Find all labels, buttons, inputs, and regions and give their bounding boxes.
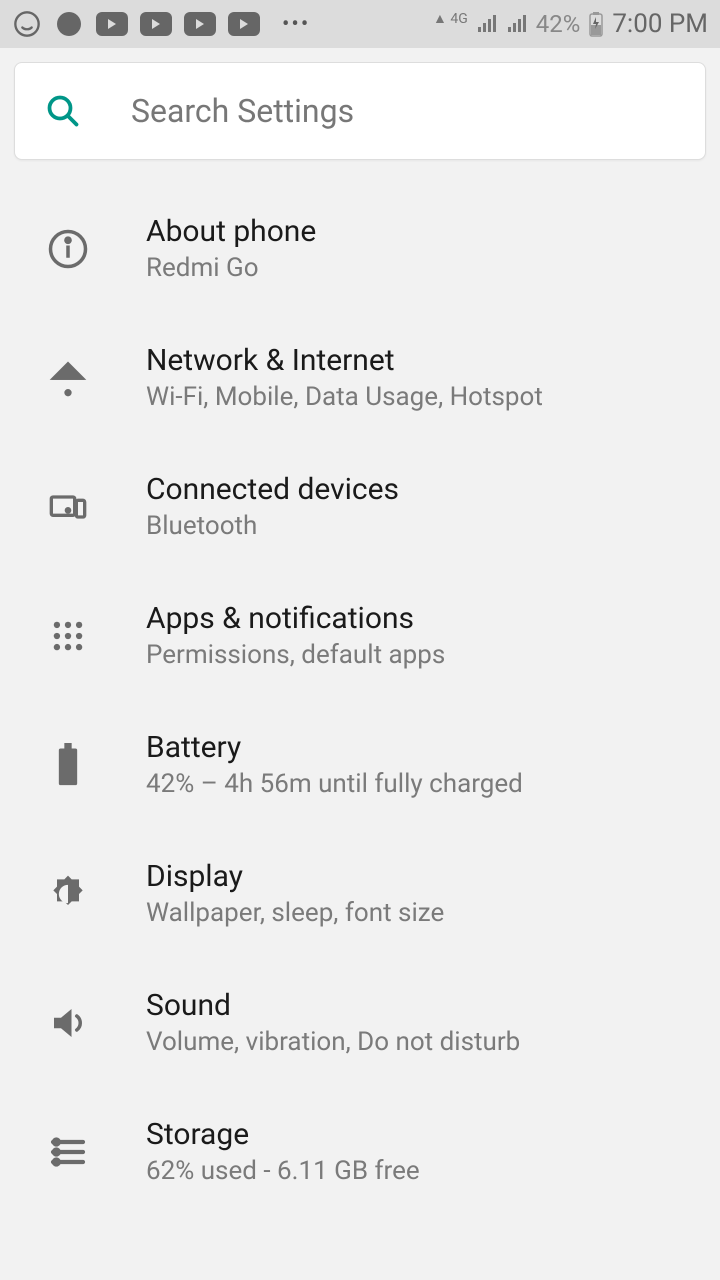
item-sub: Redmi Go (146, 253, 316, 283)
item-sub: Wi-Fi, Mobile, Data Usage, Hotspot (146, 382, 543, 412)
item-sub: Bluetooth (146, 511, 399, 541)
devices-icon (44, 483, 92, 531)
item-title: About phone (146, 214, 316, 249)
sound-icon (44, 999, 92, 1047)
item-sub: 42% – 4h 56m until fully charged (146, 769, 523, 799)
item-about-phone[interactable]: About phone Redmi Go (0, 184, 720, 313)
item-title: Network & Internet (146, 343, 543, 378)
item-sub: Volume, vibration, Do not disturb (146, 1027, 520, 1057)
item-network[interactable]: Network & Internet Wi-Fi, Mobile, Data U… (0, 313, 720, 442)
info-icon (44, 225, 92, 273)
more-icon: ••• (272, 12, 310, 37)
search-placeholder: Search Settings (131, 92, 354, 130)
brightness-icon (44, 870, 92, 918)
search-icon (45, 93, 81, 129)
network-type: ▲ 4G (433, 10, 468, 27)
signal-icon (476, 14, 498, 34)
battery-icon (588, 11, 604, 37)
item-storage[interactable]: Storage 62% used - 6.11 GB free (0, 1087, 720, 1186)
item-title: Connected devices (146, 472, 399, 507)
status-right: ▲ 4G 42% 7:00 PM (433, 9, 708, 39)
item-title: Apps & notifications (146, 601, 445, 636)
apps-icon (44, 612, 92, 660)
clock: 7:00 PM (612, 9, 708, 39)
search-settings[interactable]: Search Settings (14, 62, 706, 160)
storage-icon (44, 1128, 92, 1176)
battery-percent: 42% (536, 10, 581, 38)
youtube-icon (140, 12, 172, 36)
item-title: Sound (146, 988, 520, 1023)
item-title: Storage (146, 1117, 420, 1152)
item-connected-devices[interactable]: Connected devices Bluetooth (0, 442, 720, 571)
item-display[interactable]: Display Wallpaper, sleep, font size (0, 829, 720, 958)
item-sub: Permissions, default apps (146, 640, 445, 670)
youtube-icon (184, 12, 216, 36)
item-title: Battery (146, 730, 523, 765)
item-apps[interactable]: Apps & notifications Permissions, defaul… (0, 571, 720, 700)
whatsapp-icon (12, 9, 42, 39)
item-sub: 62% used - 6.11 GB free (146, 1156, 420, 1186)
item-sound[interactable]: Sound Volume, vibration, Do not disturb (0, 958, 720, 1087)
settings-list: About phone Redmi Go Network & Internet … (0, 174, 720, 1186)
signal-icon (506, 14, 528, 34)
item-battery[interactable]: Battery 42% – 4h 56m until fully charged (0, 700, 720, 829)
circle-icon (54, 9, 84, 39)
youtube-icon (228, 12, 260, 36)
item-sub: Wallpaper, sleep, font size (146, 898, 444, 928)
item-title: Display (146, 859, 444, 894)
battery-icon (44, 741, 92, 789)
youtube-icon (96, 12, 128, 36)
status-left: ••• (12, 9, 310, 39)
wifi-icon (44, 354, 92, 402)
status-bar: ••• ▲ 4G 42% 7:00 PM (0, 0, 720, 48)
